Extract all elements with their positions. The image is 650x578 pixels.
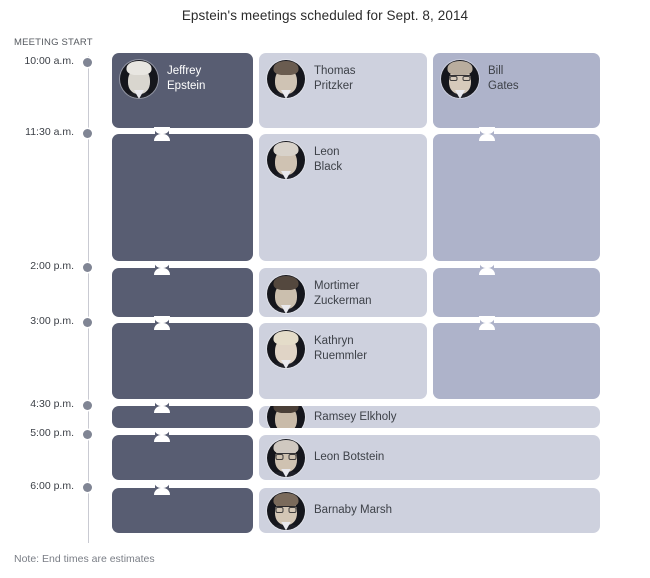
avatar-hair [447,61,473,76]
avatar [267,438,305,477]
meeting-block[interactable]: Mortimer Zuckerman [259,268,427,317]
meeting-block-continuation[interactable] [112,488,253,533]
block-connector-notch [479,261,495,275]
meeting-block-content: Ramsey Elkholy [259,406,600,428]
avatar-hair [126,61,152,76]
attendee-name: Ramsey Elkholy [314,410,397,423]
attendee-name: Leon Black [314,146,343,173]
meeting-block-content: Thomas Pritzker [259,53,427,98]
avatar-glasses-icon [275,506,297,513]
block-connector-notch [154,316,170,330]
meeting-block[interactable]: Kathryn Ruemmler [259,323,427,399]
meeting-block[interactable]: Thomas Pritzker [259,53,427,128]
avatar-hair [273,331,299,346]
meeting-block-continuation[interactable] [433,323,600,399]
avatar-glasses-icon [275,453,297,460]
block-connector-notch [154,127,170,141]
meeting-block-content: Leon Black [259,134,427,179]
avatar-hair [273,439,299,454]
attendee-name: Thomas Pritzker [314,65,356,92]
meeting-block[interactable]: Jeffrey Epstein [112,53,253,128]
meeting-block-content: Bill Gates [433,53,600,98]
meeting-block-continuation[interactable] [112,323,253,399]
avatar-hair [273,276,299,291]
schedule-visualization: Epstein's meetings scheduled for Sept. 8… [0,0,650,578]
avatar [267,141,305,179]
meeting-block[interactable]: Barnaby Marsh [259,488,600,533]
meeting-block-continuation[interactable] [112,134,253,261]
avatar [120,60,158,98]
block-connector-notch [154,481,170,495]
attendee-name: Barnaby Marsh [314,504,392,516]
attendee-name: Jeffrey Epstein [167,65,206,92]
avatar-hair [273,406,299,414]
block-connector-notch [154,399,170,413]
meeting-block-continuation[interactable] [433,268,600,317]
meeting-block[interactable]: Ramsey Elkholy [259,406,600,428]
meeting-block-content: Mortimer Zuckerman [259,268,427,313]
attendee-name: Kathryn Ruemmler [314,335,368,362]
attendee-name: Mortimer Zuckerman [314,280,372,307]
avatar [267,330,305,368]
block-connector-notch [154,428,170,442]
meeting-block[interactable]: Leon Botstein [259,435,600,480]
meeting-block-content: Kathryn Ruemmler [259,323,427,368]
avatar-hair [273,142,299,157]
meeting-block-continuation[interactable] [112,268,253,317]
meeting-block-continuation[interactable] [433,134,600,261]
avatar-hair [273,492,299,507]
avatar [267,60,305,98]
meeting-block[interactable]: Leon Black [259,134,427,261]
avatar [441,60,479,98]
block-connector-notch [479,127,495,141]
avatar-hair [273,61,299,76]
meeting-grid: Jeffrey Epstein Thomas Pritzker Leon Black… [0,0,650,578]
meeting-block-continuation[interactable] [112,406,253,428]
avatar [267,275,305,313]
attendee-name: Bill Gates [488,65,519,92]
avatar-glasses-icon [449,74,471,82]
block-connector-notch [479,316,495,330]
avatar [267,491,305,530]
avatar [267,406,305,428]
meeting-block-content: Barnaby Marsh [259,488,600,533]
meeting-block-continuation[interactable] [112,435,253,480]
footnote: Note: End times are estimates [14,553,155,565]
block-connector-notch [154,261,170,275]
meeting-block[interactable]: Bill Gates [433,53,600,128]
attendee-name: Leon Botstein [314,451,385,463]
meeting-block-content: Jeffrey Epstein [112,53,253,98]
meeting-block-content: Leon Botstein [259,435,600,480]
